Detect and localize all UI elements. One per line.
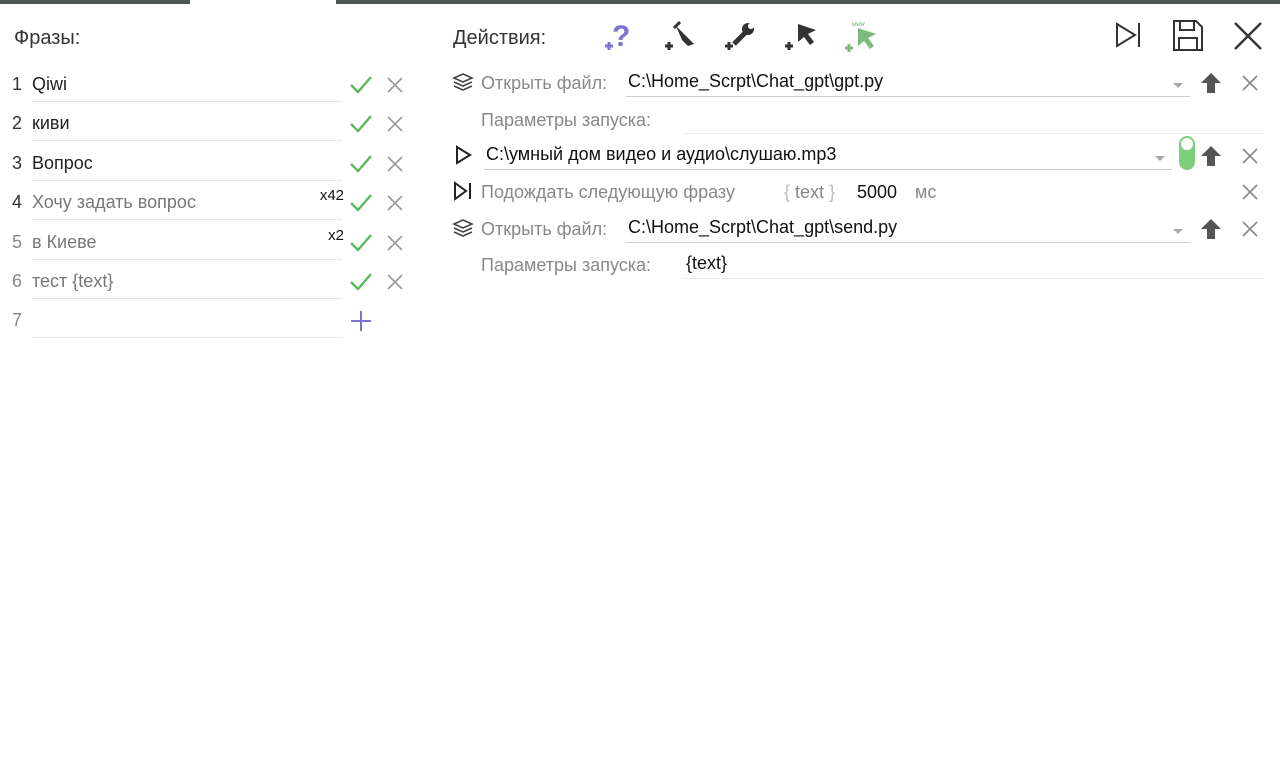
phrase-text-field[interactable]: в Киеве [32,232,342,260]
delete-phrase-icon[interactable] [384,192,406,214]
move-up-icon[interactable] [1199,71,1223,95]
params-label: Параметры запуска: [481,255,652,275]
wait-step-icon [452,180,474,202]
open-file-path-field[interactable]: C:\Home_Scrpt\Chat_gpt\gpt.py [626,71,1190,97]
phrase-row: 2 киви [0,105,420,145]
delete-phrase-icon[interactable] [384,153,406,175]
chevron-down-icon[interactable] [1172,77,1184,88]
open-file-path-field[interactable]: C:\Home_Scrpt\Chat_gpt\send.py [626,217,1190,243]
action-open-file-1: Открыть файл: C:\Home_Scrpt\Chat_gpt\gpt… [448,67,1268,101]
chevron-down-icon[interactable] [1154,150,1166,161]
phrase-row: 3 Вопрос [0,145,420,185]
add-question-icon[interactable]: ? [600,16,640,56]
window-top-bar [0,0,1280,4]
phrase-number: 3 [12,153,23,173]
add-wrench-icon[interactable] [720,16,760,56]
media-path-field[interactable]: C:\умный дом видео и аудио\слушаю.mp3 [484,144,1172,170]
add-web-cursor-icon[interactable]: www [840,16,880,56]
phrase-number: 2 [12,113,23,133]
phrase-count-badge: x42 [319,187,344,204]
action-params-1: Параметры запуска: [448,104,1268,138]
confirm-check-icon[interactable] [347,229,375,257]
delete-action-icon[interactable] [1240,219,1260,239]
confirm-check-icon[interactable] [347,150,375,178]
action-params-2: Параметры запуска: {text} [448,249,1268,283]
delete-phrase-icon[interactable] [384,113,406,135]
phrase-count-badge: x2 [328,227,344,244]
var-chip[interactable]: { text } [784,182,835,203]
layers-icon [452,217,474,239]
phrase-row: 7 [0,302,420,342]
phrase-row: 4 Хочу задать вопрос x42 [0,184,420,224]
phrase-text-field[interactable]: киви [32,113,342,141]
move-up-icon[interactable] [1199,144,1223,168]
delete-phrase-icon[interactable] [384,232,406,254]
action-play-media: C:\умный дом видео и аудио\слушаю.mp3 [448,136,1268,174]
save-icon[interactable] [1168,16,1208,56]
params-field[interactable]: {text} [684,253,1264,279]
wait-unit: мс [915,182,937,202]
confirm-check-icon[interactable] [347,189,375,217]
delete-action-icon[interactable] [1240,146,1260,166]
phrase-number: 4 [12,192,23,212]
svg-text:?: ? [612,20,630,53]
wait-ms-field[interactable]: 5000 [857,182,897,203]
delete-phrase-icon[interactable] [384,74,406,96]
close-icon[interactable] [1228,16,1268,56]
phrase-number: 1 [12,74,23,94]
phrase-text-field[interactable]: тест {text} [32,271,342,299]
phrase-row: 5 в Киеве x2 [0,224,420,264]
phrase-text-field[interactable]: Хочу задать вопрос [32,192,342,220]
confirm-check-icon[interactable] [347,110,375,138]
add-move-cursor-icon[interactable] [660,16,700,56]
layers-icon [452,71,474,93]
confirm-check-icon[interactable] [347,71,375,99]
params-field[interactable] [684,108,1264,134]
run-step-icon[interactable] [1108,16,1148,56]
action-open-file-2: Открыть файл: C:\Home_Scrpt\Chat_gpt\sen… [448,213,1268,247]
open-file-label: Открыть файл: [481,73,608,93]
phrase-number: 6 [12,271,23,291]
actions-title: Действия: [453,27,547,49]
params-label: Параметры запуска: [481,110,652,130]
confirm-check-icon[interactable] [347,268,375,296]
svg-text:www: www [852,20,865,28]
add-cursor-icon[interactable] [780,16,820,56]
var-name: text [795,182,825,202]
phrase-text-field[interactable]: Qiwi [32,74,342,102]
phrase-row: 6 тест {text} [0,263,420,303]
enable-toggle[interactable] [1179,136,1195,170]
phrases-title: Фразы: [14,27,81,49]
open-file-label: Открыть файл: [481,219,608,239]
phrase-row: 1 Qiwi [0,66,420,106]
phrase-number: 5 [12,232,23,252]
action-wait-phrase: Подождать следующую фразу { text } 5000 … [448,176,1268,210]
delete-action-icon[interactable] [1240,73,1260,93]
add-phrase-icon[interactable] [347,307,375,335]
phrase-text-field[interactable]: Вопрос [32,153,342,181]
delete-phrase-icon[interactable] [384,271,406,293]
play-icon[interactable] [452,144,474,166]
chevron-down-icon[interactable] [1172,223,1184,234]
phrase-number: 7 [12,310,23,330]
phrase-text-field[interactable] [32,310,342,338]
wait-label: Подождать следующую фразу [481,182,735,202]
delete-action-icon[interactable] [1240,182,1260,202]
move-up-icon[interactable] [1199,217,1223,241]
